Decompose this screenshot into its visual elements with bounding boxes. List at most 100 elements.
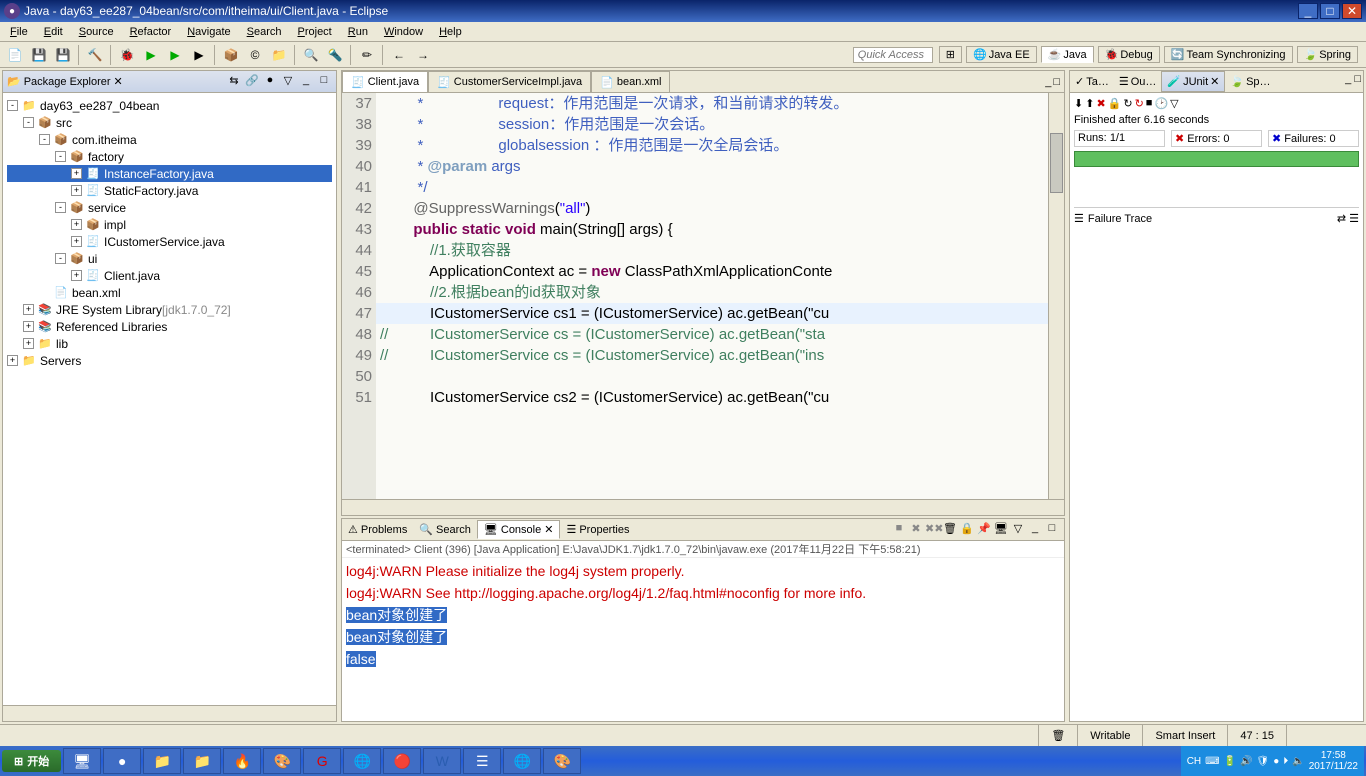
tree-node[interactable]: +🧾StaticFactory.java [7, 182, 332, 199]
tree-node[interactable]: +🧾ICustomerService.java [7, 233, 332, 250]
pin-console-icon[interactable]: 📌 [976, 522, 992, 538]
package-explorer-tree[interactable]: -📁day63_ee287_04bean-📦src-📦com.itheima-📦… [3, 93, 336, 705]
tree-node[interactable]: +📁Servers [7, 352, 332, 369]
quick-access-input[interactable] [853, 47, 933, 63]
editor-scrollbar-v[interactable] [1048, 93, 1064, 499]
taskbar-explorer[interactable]: 📁 [143, 748, 181, 774]
new-class-button[interactable]: © [244, 44, 266, 66]
open-console-icon[interactable]: ▽ [1010, 522, 1026, 538]
search-button[interactable]: 🔦 [324, 44, 346, 66]
save-button[interactable]: 💾 [28, 44, 50, 66]
taskbar-paint[interactable]: 🎨 [543, 748, 581, 774]
tab-spring[interactable]: 🍃 Sp… [1225, 71, 1275, 92]
tree-node[interactable]: -📦src [7, 114, 332, 131]
menu-file[interactable]: File [4, 24, 34, 40]
save-all-button[interactable]: 💾 [52, 44, 74, 66]
perspective-spring[interactable]: 🍃 Spring [1297, 46, 1359, 63]
tab-console[interactable]: 🖥 Console ✕ [477, 520, 561, 539]
tab-tasks[interactable]: ✓ Ta… [1070, 71, 1114, 92]
maximize-button[interactable]: □ [1320, 3, 1340, 19]
junit-lock-icon[interactable]: 🔒 [1108, 97, 1122, 110]
console-maximize-icon[interactable]: □ [1044, 522, 1060, 538]
menu-help[interactable]: Help [433, 24, 468, 40]
nav-forward-button[interactable]: → [412, 44, 434, 66]
ime-indicator[interactable]: CH [1187, 756, 1201, 767]
taskbar-app3[interactable]: G [303, 748, 341, 774]
tab-outline[interactable]: ☰ Ou… [1114, 71, 1162, 92]
perspective-team[interactable]: 🔄 Team Synchronizing [1164, 46, 1293, 63]
status-heap-icon[interactable]: 🗑 [1038, 725, 1077, 746]
tree-node[interactable]: +🧾Client.java [7, 267, 332, 284]
tab-properties[interactable]: ☰ Properties [560, 521, 635, 538]
junit-next-icon[interactable]: ⬇ [1074, 97, 1083, 110]
taskbar-explorer2[interactable]: 📁 [183, 748, 221, 774]
tree-node[interactable]: -📦factory [7, 148, 332, 165]
build-button[interactable]: 🔨 [84, 44, 106, 66]
display-icon[interactable]: 🖥 [993, 522, 1009, 538]
close-button[interactable]: ✕ [1342, 3, 1362, 19]
open-perspective-button[interactable]: ⊞ [939, 46, 962, 63]
junit-stop-icon[interactable]: ■ [1146, 97, 1153, 110]
compare-icon[interactable]: ⇄ ☰ [1337, 212, 1359, 225]
new-button[interactable]: 📄 [4, 44, 26, 66]
tray-icon3[interactable]: 🔊 [1240, 756, 1252, 767]
menu-window[interactable]: Window [378, 24, 429, 40]
remove-all-icon[interactable]: ✖✖ [925, 522, 941, 538]
tree-node[interactable]: -📦ui [7, 250, 332, 267]
menu-refactor[interactable]: Refactor [124, 24, 178, 40]
junit-history-icon[interactable]: 🕑 [1154, 97, 1168, 110]
taskbar-chrome2[interactable]: 🌐 [503, 748, 541, 774]
tray-icon6[interactable]: ⏵ [1283, 756, 1288, 767]
taskbar-word[interactable]: W [423, 748, 461, 774]
start-button[interactable]: ⊞ 开始 [2, 750, 61, 772]
menu-search[interactable]: Search [241, 24, 288, 40]
perspective-javaee[interactable]: 🌐 Java EE [966, 46, 1037, 63]
maximize-view-icon[interactable]: □ [316, 74, 332, 90]
tree-node[interactable]: +📁lib [7, 335, 332, 352]
tree-node[interactable]: 📄bean.xml [7, 284, 332, 301]
junit-menu-icon[interactable]: ▽ [1170, 97, 1178, 110]
menu-navigate[interactable]: Navigate [181, 24, 236, 40]
tree-node[interactable]: -📁day63_ee287_04bean [7, 97, 332, 114]
editor-tab-customerservice[interactable]: 🧾 CustomerServiceImpl.java [428, 71, 591, 92]
editor-tab-bean[interactable]: 📄 bean.xml [591, 71, 670, 92]
perspective-java[interactable]: ☕ Java [1041, 46, 1094, 63]
editor-scrollbar-h[interactable] [342, 499, 1064, 515]
tray-icon1[interactable]: ⌨ [1205, 756, 1219, 767]
new-folder-button[interactable]: 📁 [268, 44, 290, 66]
menu-project[interactable]: Project [292, 24, 338, 40]
right-minimize-icon[interactable]: _ □ [1343, 71, 1363, 92]
link-editor-icon[interactable]: 🔗 [244, 74, 260, 90]
taskbar-app5[interactable]: ☰ [463, 748, 501, 774]
open-type-button[interactable]: 🔍 [300, 44, 322, 66]
tree-scrollbar[interactable] [3, 705, 336, 721]
junit-prev-icon[interactable]: ⬆ [1085, 97, 1094, 110]
coverage-button[interactable]: ▶ [188, 44, 210, 66]
debug-button[interactable]: 🐞 [116, 44, 138, 66]
code-editor[interactable]: * request：作用范围是一次请求，和当前请求的转发。 * session：… [376, 93, 1048, 499]
tab-search[interactable]: 🔍 Search [413, 521, 477, 538]
focus-icon[interactable]: ● [262, 74, 278, 90]
perspective-debug[interactable]: 🐞 Debug [1098, 46, 1160, 63]
junit-rerun-icon[interactable]: ↻ [1123, 97, 1132, 110]
tree-node[interactable]: +📦impl [7, 216, 332, 233]
junit-fail-only-icon[interactable]: ✖ [1096, 97, 1105, 110]
tab-problems[interactable]: ⚠ Problems [342, 521, 413, 538]
taskbar-app4[interactable]: 🔴 [383, 748, 421, 774]
new-package-button[interactable]: 📦 [220, 44, 242, 66]
minimize-button[interactable]: _ [1298, 3, 1318, 19]
console-output[interactable]: log4j:WARN Please initialize the log4j s… [342, 558, 1064, 721]
menu-source[interactable]: Source [73, 24, 120, 40]
taskbar-chrome[interactable]: 🌐 [343, 748, 381, 774]
terminate-icon[interactable]: ■ [891, 522, 907, 538]
toggle-mark-button[interactable]: ✏ [356, 44, 378, 66]
scroll-lock-icon[interactable]: 🔒 [959, 522, 975, 538]
tray-icon4[interactable]: 🛡 [1256, 756, 1269, 767]
tab-junit[interactable]: 🧪 JUnit ✕ [1161, 71, 1225, 92]
run-button[interactable]: ▶ [140, 44, 162, 66]
menu-edit[interactable]: Edit [38, 24, 69, 40]
minimize-view-icon[interactable]: _ [298, 74, 314, 90]
tree-node[interactable]: -📦com.itheima [7, 131, 332, 148]
junit-rerun-failed-icon[interactable]: ↻ [1135, 97, 1144, 110]
collapse-all-icon[interactable]: ⇆ [226, 74, 242, 90]
